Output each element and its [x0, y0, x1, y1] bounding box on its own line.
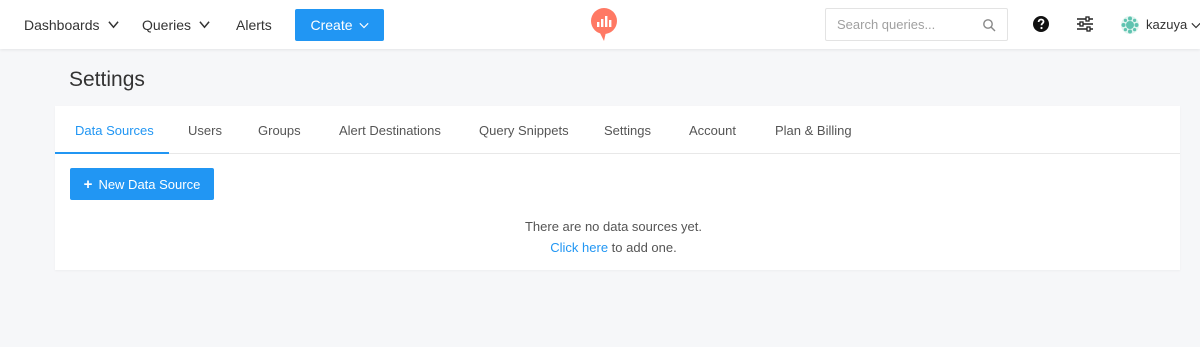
tab-data-sources[interactable]: Data Sources	[75, 106, 154, 154]
new-data-source-button[interactable]: + New Data Source	[70, 168, 214, 200]
avatar-icon	[1121, 15, 1139, 34]
plus-icon: +	[83, 175, 93, 193]
tab-plan-billing[interactable]: Plan & Billing	[775, 106, 852, 154]
chevron-down-icon	[199, 21, 210, 29]
settings-tabs: Data Sources Users Groups Alert Destinat…	[55, 106, 1180, 154]
active-tab-indicator	[55, 152, 169, 154]
empty-state-suffix: to add one.	[608, 240, 677, 255]
settings-card: Data Sources Users Groups Alert Destinat…	[55, 106, 1180, 270]
tab-alert-destinations[interactable]: Alert Destinations	[339, 106, 441, 154]
tab-users[interactable]: Users	[188, 106, 222, 154]
create-button-label: Create	[310, 17, 353, 33]
nav-alerts[interactable]: Alerts	[236, 0, 272, 49]
create-button[interactable]: Create	[295, 9, 384, 41]
nav-dashboards[interactable]: Dashboards	[24, 0, 119, 49]
empty-state: There are no data sources yet. Click her…	[55, 216, 1172, 258]
click-here-link[interactable]: Click here	[550, 240, 608, 255]
chevron-down-icon	[358, 22, 369, 29]
search-icon[interactable]	[982, 18, 996, 32]
new-data-source-label: New Data Source	[98, 176, 201, 192]
empty-state-message: There are no data sources yet.	[524, 219, 703, 234]
search-box	[825, 8, 1008, 41]
empty-state-action: Click here to add one.	[55, 237, 1172, 258]
user-name: kazuya	[1146, 17, 1188, 32]
top-navbar: Dashboards Queries Alerts Create Search …	[0, 0, 1200, 49]
chevron-down-icon	[107, 21, 119, 29]
question-circle-icon[interactable]	[1032, 15, 1050, 33]
redash-logo-icon[interactable]	[589, 8, 619, 42]
tab-account[interactable]: Account	[689, 106, 736, 154]
tab-settings[interactable]: Settings	[604, 106, 651, 154]
nav-queries-label: Queries	[142, 16, 192, 33]
page-title: Settings	[69, 68, 145, 91]
sliders-icon[interactable]	[1076, 15, 1094, 33]
tab-groups[interactable]: Groups	[258, 106, 301, 154]
nav-alerts-label: Alerts	[236, 16, 272, 33]
chevron-down-icon	[1191, 22, 1200, 28]
user-menu[interactable]: kazuya	[1120, 0, 1200, 49]
tab-query-snippets[interactable]: Query Snippets	[479, 106, 569, 154]
nav-queries[interactable]: Queries	[142, 0, 210, 49]
search-input[interactable]	[837, 17, 977, 32]
nav-dashboards-label: Dashboards	[24, 16, 100, 33]
